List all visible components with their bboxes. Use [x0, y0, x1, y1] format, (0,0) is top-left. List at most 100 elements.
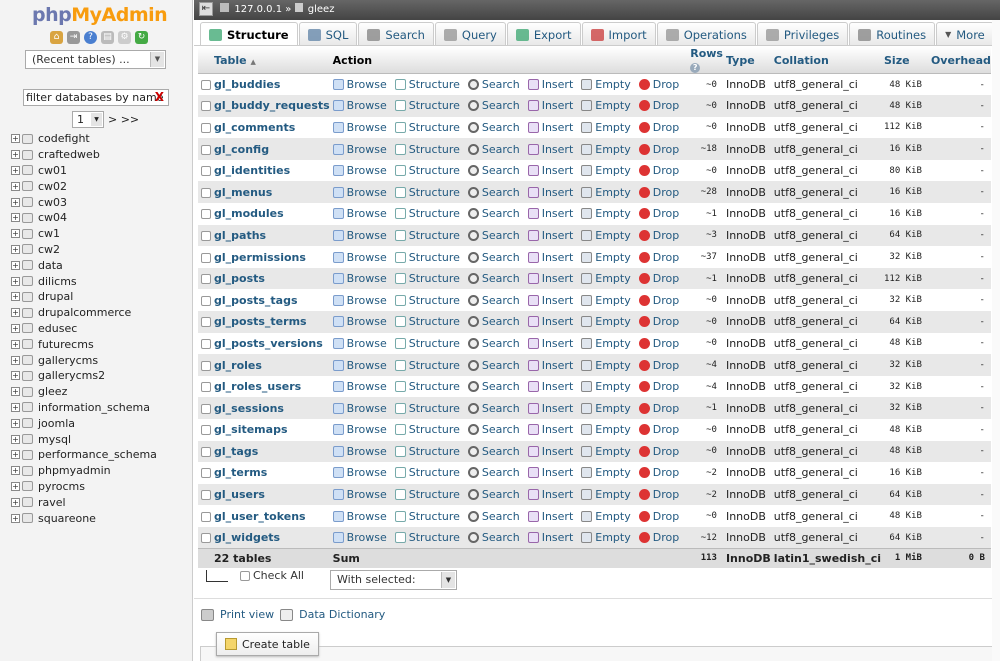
search-link[interactable]: Search [467, 294, 520, 307]
db-item-gleez[interactable]: + gleez [11, 384, 157, 400]
db-item-drupalcommerce[interactable]: + drupalcommerce [11, 305, 157, 321]
browse-link[interactable]: Browse [332, 531, 387, 544]
drop-link[interactable]: Drop [638, 229, 679, 242]
next-page-link[interactable]: > >> [108, 113, 139, 126]
expand-icon[interactable]: + [11, 497, 20, 507]
home-icon[interactable]: ⌂ [50, 31, 63, 44]
search-link[interactable]: Search [467, 315, 520, 328]
table-name-link[interactable]: gl_identities [214, 164, 290, 177]
expand-icon[interactable]: + [11, 276, 20, 286]
col-rows[interactable]: Rows ? [687, 47, 723, 74]
row-checkbox[interactable] [201, 382, 211, 393]
search-link[interactable]: Search [467, 207, 520, 220]
empty-link[interactable]: Empty [581, 251, 631, 264]
drop-link[interactable]: Drop [638, 510, 679, 523]
db-item-pyrocms[interactable]: + pyrocms [11, 479, 157, 495]
insert-link[interactable]: Insert [527, 121, 573, 134]
insert-link[interactable]: Insert [527, 510, 573, 523]
drop-link[interactable]: Drop [638, 272, 679, 285]
tab-routines[interactable]: Routines [849, 22, 936, 46]
row-checkbox[interactable] [201, 360, 211, 371]
table-size[interactable]: 16 KiB [881, 203, 928, 225]
db-name[interactable]: data [38, 259, 63, 272]
db-item-gallerycms[interactable]: + gallerycms [11, 352, 157, 368]
structure-link[interactable]: Structure [394, 510, 460, 523]
tab-operations[interactable]: Operations [656, 22, 756, 46]
create-table-button[interactable]: Create table [216, 632, 319, 656]
db-name[interactable]: drupalcommerce [38, 306, 131, 319]
expand-icon[interactable]: + [11, 339, 20, 349]
row-checkbox[interactable] [201, 101, 211, 112]
clear-filter-icon[interactable]: X [155, 90, 164, 105]
browse-link[interactable]: Browse [332, 99, 387, 112]
empty-link[interactable]: Empty [581, 510, 631, 523]
expand-icon[interactable]: + [11, 402, 20, 412]
filter-databases-input[interactable]: filter databases by name X [23, 89, 169, 106]
db-item-cw04[interactable]: + cw04 [11, 210, 157, 226]
expand-icon[interactable]: + [11, 371, 20, 381]
structure-link[interactable]: Structure [394, 99, 460, 112]
insert-link[interactable]: Insert [527, 359, 573, 372]
db-name[interactable]: squareone [38, 512, 96, 525]
empty-link[interactable]: Empty [581, 531, 631, 544]
empty-link[interactable]: Empty [581, 423, 631, 436]
db-name[interactable]: edusec [38, 322, 77, 335]
row-checkbox[interactable] [201, 274, 211, 285]
table-name-link[interactable]: gl_user_tokens [214, 510, 306, 523]
empty-link[interactable]: Empty [581, 337, 631, 350]
db-item-information-schema[interactable]: + information_schema [11, 400, 157, 416]
row-checkbox[interactable] [201, 533, 211, 544]
insert-link[interactable]: Insert [527, 315, 573, 328]
table-name-link[interactable]: gl_posts_tags [214, 294, 298, 307]
browse-link[interactable]: Browse [332, 143, 387, 156]
row-checkbox[interactable] [201, 403, 211, 414]
tab-query[interactable]: Query [434, 22, 506, 46]
table-size[interactable]: 16 KiB [881, 462, 928, 484]
reload-icon[interactable]: ↻ [135, 31, 148, 44]
insert-link[interactable]: Insert [527, 402, 573, 415]
tab-search[interactable]: Search [358, 22, 434, 46]
structure-link[interactable]: Structure [394, 337, 460, 350]
db-item-dilicms[interactable]: + dilicms [11, 273, 157, 289]
table-name-link[interactable]: gl_modules [214, 207, 284, 220]
browse-link[interactable]: Browse [332, 380, 387, 393]
drop-link[interactable]: Drop [638, 380, 679, 393]
row-checkbox[interactable] [201, 166, 211, 177]
table-name-link[interactable]: gl_posts [214, 272, 265, 285]
structure-link[interactable]: Structure [394, 186, 460, 199]
with-selected-select[interactable]: With selected: ▼ [330, 570, 457, 590]
db-item-cw1[interactable]: + cw1 [11, 226, 157, 242]
expand-icon[interactable]: + [11, 387, 20, 397]
search-link[interactable]: Search [467, 402, 520, 415]
db-name[interactable]: cw03 [38, 196, 67, 209]
table-name-link[interactable]: gl_menus [214, 186, 272, 199]
empty-link[interactable]: Empty [581, 294, 631, 307]
settings-icon[interactable]: ⚙ [118, 31, 131, 44]
structure-link[interactable]: Structure [394, 207, 460, 220]
db-name[interactable]: joomla [38, 417, 75, 430]
drop-link[interactable]: Drop [638, 99, 679, 112]
tab-import[interactable]: Import [581, 22, 656, 46]
insert-link[interactable]: Insert [527, 380, 573, 393]
db-item-edusec[interactable]: + edusec [11, 321, 157, 337]
table-name-link[interactable]: gl_terms [214, 466, 267, 479]
check-all-checkbox[interactable] [240, 570, 250, 581]
structure-link[interactable]: Structure [394, 294, 460, 307]
browse-link[interactable]: Browse [332, 510, 387, 523]
browse-link[interactable]: Browse [332, 402, 387, 415]
empty-link[interactable]: Empty [581, 207, 631, 220]
search-link[interactable]: Search [467, 164, 520, 177]
empty-link[interactable]: Empty [581, 164, 631, 177]
db-item-futurecms[interactable]: + futurecms [11, 336, 157, 352]
table-name-link[interactable]: gl_buddy_requests [214, 99, 330, 112]
table-name-link[interactable]: gl_posts_terms [214, 315, 307, 328]
table-name-link[interactable]: gl_comments [214, 121, 295, 134]
drop-link[interactable]: Drop [638, 164, 679, 177]
col-size[interactable]: Size [881, 47, 928, 74]
row-checkbox[interactable] [201, 446, 211, 457]
insert-link[interactable]: Insert [527, 337, 573, 350]
search-link[interactable]: Search [467, 251, 520, 264]
table-name-link[interactable]: gl_config [214, 143, 269, 156]
browse-link[interactable]: Browse [332, 207, 387, 220]
search-link[interactable]: Search [467, 531, 520, 544]
